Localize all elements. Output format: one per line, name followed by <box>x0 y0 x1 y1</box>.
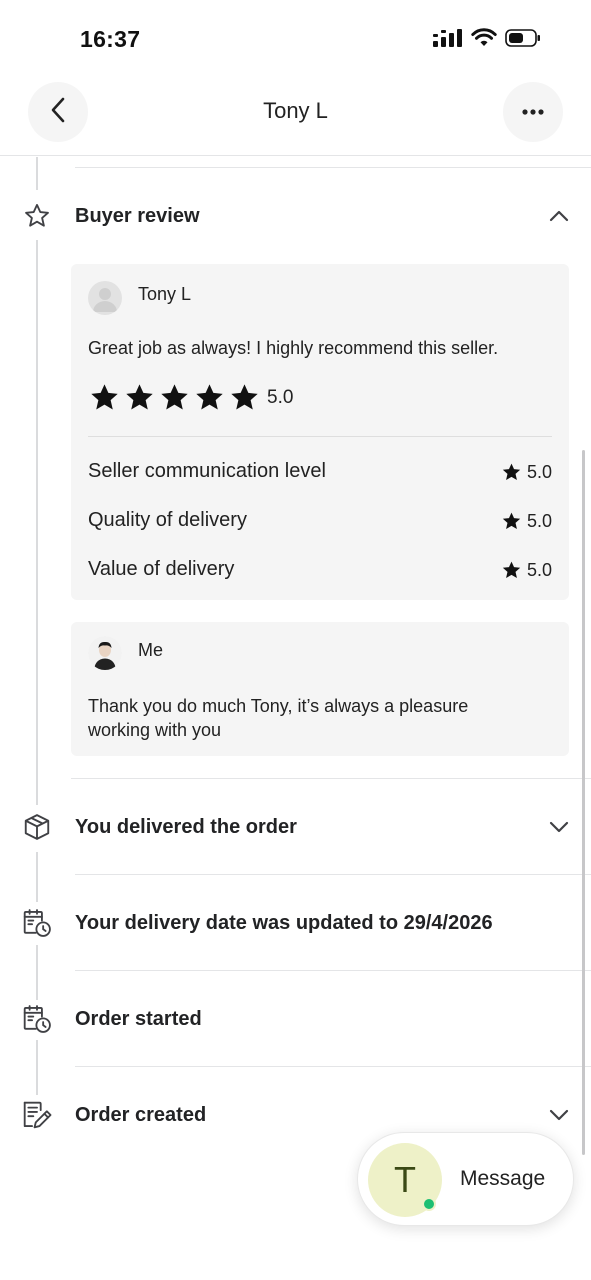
message-button[interactable]: T Message <box>357 1132 574 1226</box>
buyer-review-label[interactable]: Buyer review <box>75 205 200 228</box>
divider <box>75 970 591 971</box>
online-status-dot <box>422 1197 436 1211</box>
reply-text: Thank you do much Tony, it’s always a pl… <box>88 696 469 740</box>
metric-score: 5.0 <box>501 462 552 483</box>
more-horizontal-icon <box>521 103 545 121</box>
status-bar: 16:37 <box>0 0 591 70</box>
timeline-line <box>36 157 38 190</box>
seller-reply-card: Me Thank you do much Tony, it’s always a… <box>71 622 569 756</box>
battery-icon <box>505 28 541 53</box>
divider <box>75 1066 591 1067</box>
metric-score-value: 5.0 <box>526 560 552 580</box>
chevron-up-icon[interactable] <box>548 205 570 227</box>
star-filled-icon <box>231 384 258 410</box>
event-label: Order started <box>75 1008 202 1030</box>
calendar-clock-icon <box>21 907 53 939</box>
status-icons <box>433 28 541 53</box>
calendar-clock-icon <box>21 1003 53 1035</box>
event-label[interactable]: You delivered the order <box>75 816 297 839</box>
timeline-line <box>36 240 38 805</box>
star-filled-icon <box>502 512 521 530</box>
reviewer-name: Tony L <box>138 284 192 304</box>
metric-score: 5.0 <box>501 560 552 581</box>
chevron-down-icon[interactable] <box>548 1104 570 1126</box>
message-button-label: Message <box>460 1167 546 1190</box>
scrollbar[interactable] <box>582 450 585 1155</box>
divider <box>75 167 591 168</box>
overall-rating: 5.0 <box>267 387 294 408</box>
metric-score: 5.0 <box>501 511 552 532</box>
star-outline-icon <box>21 200 53 232</box>
timeline-line <box>36 945 38 1000</box>
avatar <box>88 281 122 315</box>
star-filled-icon <box>161 384 188 410</box>
status-time: 16:37 <box>80 26 141 52</box>
package-icon <box>21 811 53 843</box>
review-text: Great job as always! I highly recommend … <box>88 338 499 358</box>
avatar-initial: T <box>394 1159 416 1200</box>
star-filled-icon <box>126 384 153 410</box>
review-card: Tony L Great job as always! I highly rec… <box>71 264 569 600</box>
metric-label: Seller communication level <box>88 460 326 482</box>
divider <box>75 874 591 875</box>
star-rating <box>88 382 261 414</box>
timeline-line <box>36 852 38 902</box>
timeline-line <box>36 1040 38 1095</box>
rating-metric: Quality of delivery 5.0 <box>88 509 552 539</box>
divider <box>71 778 591 779</box>
event-label[interactable]: Order created <box>75 1104 206 1127</box>
more-options-button[interactable] <box>503 82 563 142</box>
reply-author: Me <box>138 640 164 660</box>
metric-score-value: 5.0 <box>526 462 552 482</box>
document-edit-icon <box>21 1099 53 1131</box>
chevron-down-icon[interactable] <box>548 816 570 838</box>
star-filled-icon <box>91 384 118 410</box>
signal-icon <box>433 28 463 53</box>
wifi-icon <box>471 28 497 53</box>
star-filled-icon <box>502 561 521 579</box>
app-header: Tony L <box>0 70 591 156</box>
star-filled-icon <box>196 384 223 410</box>
event-label: Your delivery date was updated to 29/4/2… <box>75 912 493 934</box>
divider <box>88 436 552 437</box>
avatar <box>88 636 122 670</box>
metric-label: Value of delivery <box>88 558 235 580</box>
metric-label: Quality of delivery <box>88 509 247 531</box>
metric-score-value: 5.0 <box>526 511 552 531</box>
rating-metric: Value of delivery 5.0 <box>88 558 552 588</box>
rating-metric: Seller communication level 5.0 <box>88 460 552 490</box>
star-filled-icon <box>502 463 521 481</box>
